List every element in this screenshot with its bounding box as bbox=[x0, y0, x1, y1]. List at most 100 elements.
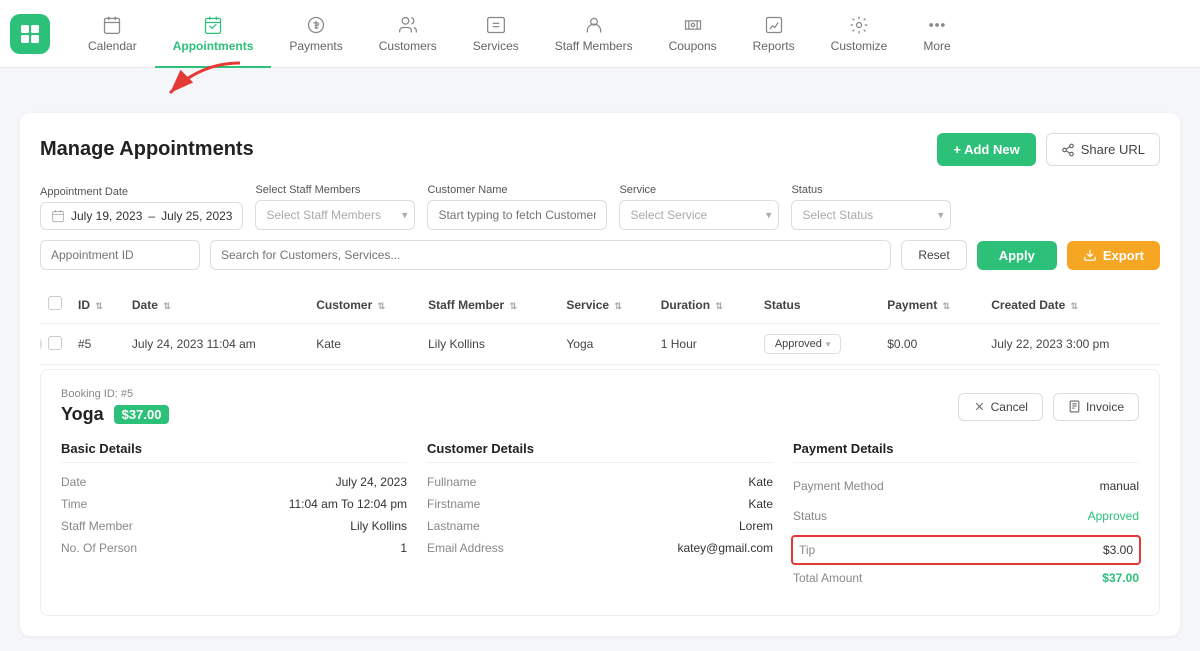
booking-title: Yoga $37.00 bbox=[61, 404, 169, 425]
service-filter-label: Service bbox=[619, 184, 779, 196]
col-staff: Staff Member ⇅ bbox=[420, 286, 558, 324]
reset-button[interactable]: Reset bbox=[901, 240, 966, 270]
sort-payment-icon[interactable]: ⇅ bbox=[943, 301, 951, 311]
customer-email-row: Email Address katey@gmail.com bbox=[427, 541, 773, 555]
booking-detail-grid: Basic Details Date July 24, 2023 Time 11… bbox=[61, 441, 1139, 597]
row-status[interactable]: Approved bbox=[756, 324, 879, 365]
calendar-icon bbox=[51, 209, 65, 223]
col-duration: Duration ⇅ bbox=[653, 286, 756, 324]
row-payment: $0.00 bbox=[879, 324, 983, 365]
basic-details-title: Basic Details bbox=[61, 441, 407, 463]
service-filter-group: Service Select Service bbox=[619, 184, 779, 230]
expand-row-button[interactable]: − bbox=[40, 336, 42, 352]
customer-details-section: Customer Details Fullname Kate Firstname… bbox=[427, 441, 773, 597]
export-icon bbox=[1083, 248, 1097, 262]
customer-firstname-row: Firstname Kate bbox=[427, 497, 773, 511]
appointment-id-input[interactable] bbox=[40, 240, 200, 270]
service-select-wrapper: Select Service bbox=[619, 200, 779, 230]
page-title: Manage Appointments bbox=[40, 138, 254, 161]
col-payment: Payment ⇅ bbox=[879, 286, 983, 324]
card-header: Manage Appointments + Add New Share URL bbox=[40, 133, 1160, 166]
nav-item-coupons[interactable]: Coupons bbox=[651, 0, 735, 68]
status-select-wrapper: Select Status bbox=[791, 200, 951, 230]
sort-date-icon[interactable]: ⇅ bbox=[163, 301, 171, 311]
staff-filter-group: Select Staff Members Select Staff Member… bbox=[255, 184, 415, 230]
status-select[interactable]: Select Status bbox=[791, 200, 951, 230]
date-range-picker[interactable]: July 19, 2023 – July 25, 2023 bbox=[40, 202, 243, 230]
nav-item-payments[interactable]: Payments bbox=[271, 0, 360, 68]
booking-price-badge: $37.00 bbox=[114, 405, 170, 424]
row-id: #5 bbox=[70, 324, 124, 365]
sort-staff-icon[interactable]: ⇅ bbox=[509, 301, 517, 311]
row-customer: Kate bbox=[308, 324, 420, 365]
manage-appointments-card: Manage Appointments + Add New Share URL … bbox=[20, 113, 1180, 636]
customer-input[interactable] bbox=[427, 200, 607, 230]
col-created: Created Date ⇅ bbox=[983, 286, 1160, 324]
app-logo[interactable] bbox=[10, 14, 50, 54]
staff-select[interactable]: Select Staff Members bbox=[255, 200, 415, 230]
row-service: Yoga bbox=[558, 324, 652, 365]
apply-button[interactable]: Apply bbox=[977, 241, 1057, 270]
detail-date-row: Date July 24, 2023 bbox=[61, 475, 407, 489]
share-url-button[interactable]: Share URL bbox=[1046, 133, 1160, 166]
col-date: Date ⇅ bbox=[124, 286, 308, 324]
date-from: July 19, 2023 bbox=[71, 209, 142, 223]
payment-method-row: Payment Method manual bbox=[793, 475, 1139, 497]
detail-staff-row: Staff Member Lily Kollins bbox=[61, 519, 407, 533]
invoice-button[interactable]: Invoice bbox=[1053, 393, 1139, 421]
row-date: July 24, 2023 11:04 am bbox=[124, 324, 308, 365]
search-input[interactable] bbox=[210, 240, 891, 270]
date-to: July 25, 2023 bbox=[161, 209, 232, 223]
payment-total-row: Total Amount $37.00 bbox=[793, 567, 1139, 589]
detail-person-row: No. Of Person 1 bbox=[61, 541, 407, 555]
status-filter-label: Status bbox=[791, 184, 951, 196]
booking-info: Booking ID: #5 Yoga $37.00 bbox=[61, 388, 169, 425]
sort-customer-icon[interactable]: ⇅ bbox=[378, 301, 386, 311]
date-filter-group: Appointment Date July 19, 2023 – July 25… bbox=[40, 186, 243, 230]
select-all-checkbox[interactable] bbox=[48, 296, 62, 310]
booking-detail-header: Booking ID: #5 Yoga $37.00 Cancel Invoic… bbox=[61, 388, 1139, 425]
row-staff: Lily Kollins bbox=[420, 324, 558, 365]
sort-duration-icon[interactable]: ⇅ bbox=[715, 301, 723, 311]
nav-item-more[interactable]: More bbox=[905, 0, 968, 68]
col-customer: Customer ⇅ bbox=[308, 286, 420, 324]
date-separator: – bbox=[148, 209, 155, 223]
main-content: Manage Appointments + Add New Share URL … bbox=[0, 98, 1200, 651]
staff-filter-label: Select Staff Members bbox=[255, 184, 415, 196]
table-row: − #5 July 24, 2023 11:04 am Kate Lily Ko… bbox=[40, 324, 1160, 365]
status-dropdown[interactable]: Approved bbox=[764, 334, 842, 354]
row-created: July 22, 2023 3:00 pm bbox=[983, 324, 1160, 365]
service-select[interactable]: Select Service bbox=[619, 200, 779, 230]
booking-detail: Booking ID: #5 Yoga $37.00 Cancel Invoic… bbox=[40, 369, 1160, 616]
sort-created-icon[interactable]: ⇅ bbox=[1071, 301, 1079, 311]
payment-tip-row: Tip $3.00 bbox=[791, 535, 1141, 565]
filters-row-1: Appointment Date July 19, 2023 – July 25… bbox=[40, 184, 1160, 230]
customer-fullname-row: Fullname Kate bbox=[427, 475, 773, 489]
sort-service-icon[interactable]: ⇅ bbox=[614, 301, 622, 311]
row-duration: 1 Hour bbox=[653, 324, 756, 365]
col-status: Status bbox=[756, 286, 879, 324]
export-button[interactable]: Export bbox=[1067, 241, 1160, 270]
filters-row-2: Reset Apply Export bbox=[40, 240, 1160, 270]
add-new-button[interactable]: + Add New bbox=[937, 133, 1035, 166]
basic-details-section: Basic Details Date July 24, 2023 Time 11… bbox=[61, 441, 407, 597]
share-icon bbox=[1061, 143, 1075, 157]
sort-id-icon[interactable]: ⇅ bbox=[95, 301, 103, 311]
nav-item-staff-members[interactable]: Staff Members bbox=[537, 0, 651, 68]
detail-time-row: Time 11:04 am To 12:04 pm bbox=[61, 497, 407, 511]
red-arrow bbox=[140, 58, 260, 108]
cancel-booking-button[interactable]: Cancel bbox=[958, 393, 1043, 421]
customer-details-title: Customer Details bbox=[427, 441, 773, 463]
customer-lastname-row: Lastname Lorem bbox=[427, 519, 773, 533]
payment-details-title: Payment Details bbox=[793, 441, 1139, 463]
staff-select-wrapper: Select Staff Members bbox=[255, 200, 415, 230]
nav-item-customize[interactable]: Customize bbox=[813, 0, 906, 68]
invoice-icon bbox=[1068, 400, 1081, 413]
payment-status-row: Status Approved bbox=[793, 505, 1139, 527]
appointments-table: ID ⇅ Date ⇅ Customer ⇅ Staff Member ⇅ Se… bbox=[40, 286, 1160, 365]
nav-item-reports[interactable]: Reports bbox=[735, 0, 813, 68]
nav-item-customers[interactable]: Customers bbox=[361, 0, 455, 68]
row-checkbox[interactable] bbox=[48, 336, 62, 350]
nav-item-services[interactable]: Services bbox=[455, 0, 537, 68]
col-id: ID ⇅ bbox=[70, 286, 124, 324]
